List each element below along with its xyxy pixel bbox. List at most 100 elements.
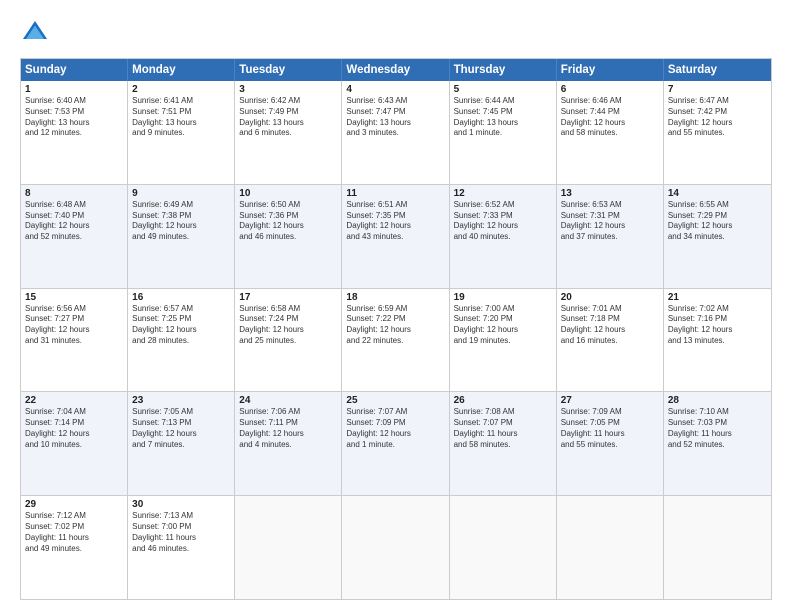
logo-icon — [20, 18, 50, 48]
cell-info: Sunrise: 7:13 AMSunset: 7:00 PMDaylight:… — [132, 511, 230, 554]
cell-info: Sunrise: 6:52 AMSunset: 7:33 PMDaylight:… — [454, 200, 552, 243]
cell-info: Sunrise: 6:48 AMSunset: 7:40 PMDaylight:… — [25, 200, 123, 243]
day-number: 4 — [346, 84, 444, 95]
day-number: 16 — [132, 292, 230, 303]
empty-cell-4-2 — [235, 496, 342, 599]
cell-info: Sunrise: 7:01 AMSunset: 7:18 PMDaylight:… — [561, 304, 659, 347]
calendar-header: SundayMondayTuesdayWednesdayThursdayFrid… — [21, 59, 771, 81]
cell-info: Sunrise: 6:40 AMSunset: 7:53 PMDaylight:… — [25, 96, 123, 139]
cell-info: Sunrise: 6:42 AMSunset: 7:49 PMDaylight:… — [239, 96, 337, 139]
cell-info: Sunrise: 7:06 AMSunset: 7:11 PMDaylight:… — [239, 407, 337, 450]
cell-info: Sunrise: 6:56 AMSunset: 7:27 PMDaylight:… — [25, 304, 123, 347]
day-cell-25: 25Sunrise: 7:07 AMSunset: 7:09 PMDayligh… — [342, 392, 449, 495]
weekday-friday: Friday — [557, 59, 664, 81]
day-number: 12 — [454, 188, 552, 199]
day-cell-12: 12Sunrise: 6:52 AMSunset: 7:33 PMDayligh… — [450, 185, 557, 288]
empty-cell-4-5 — [557, 496, 664, 599]
day-number: 24 — [239, 395, 337, 406]
day-cell-28: 28Sunrise: 7:10 AMSunset: 7:03 PMDayligh… — [664, 392, 771, 495]
calendar-row-1: 1Sunrise: 6:40 AMSunset: 7:53 PMDaylight… — [21, 81, 771, 184]
calendar-row-2: 8Sunrise: 6:48 AMSunset: 7:40 PMDaylight… — [21, 184, 771, 288]
cell-info: Sunrise: 6:46 AMSunset: 7:44 PMDaylight:… — [561, 96, 659, 139]
day-number: 27 — [561, 395, 659, 406]
cell-info: Sunrise: 7:04 AMSunset: 7:14 PMDaylight:… — [25, 407, 123, 450]
calendar: SundayMondayTuesdayWednesdayThursdayFrid… — [20, 58, 772, 600]
weekday-sunday: Sunday — [21, 59, 128, 81]
day-number: 13 — [561, 188, 659, 199]
day-cell-29: 29Sunrise: 7:12 AMSunset: 7:02 PMDayligh… — [21, 496, 128, 599]
weekday-tuesday: Tuesday — [235, 59, 342, 81]
day-number: 7 — [668, 84, 767, 95]
day-cell-1: 1Sunrise: 6:40 AMSunset: 7:53 PMDaylight… — [21, 81, 128, 184]
day-number: 1 — [25, 84, 123, 95]
day-cell-30: 30Sunrise: 7:13 AMSunset: 7:00 PMDayligh… — [128, 496, 235, 599]
cell-info: Sunrise: 7:07 AMSunset: 7:09 PMDaylight:… — [346, 407, 444, 450]
cell-info: Sunrise: 6:53 AMSunset: 7:31 PMDaylight:… — [561, 200, 659, 243]
day-number: 25 — [346, 395, 444, 406]
day-cell-21: 21Sunrise: 7:02 AMSunset: 7:16 PMDayligh… — [664, 289, 771, 392]
day-number: 29 — [25, 499, 123, 510]
cell-info: Sunrise: 6:47 AMSunset: 7:42 PMDaylight:… — [668, 96, 767, 139]
day-cell-5: 5Sunrise: 6:44 AMSunset: 7:45 PMDaylight… — [450, 81, 557, 184]
day-number: 9 — [132, 188, 230, 199]
day-cell-27: 27Sunrise: 7:09 AMSunset: 7:05 PMDayligh… — [557, 392, 664, 495]
day-cell-15: 15Sunrise: 6:56 AMSunset: 7:27 PMDayligh… — [21, 289, 128, 392]
cell-info: Sunrise: 6:55 AMSunset: 7:29 PMDaylight:… — [668, 200, 767, 243]
day-number: 10 — [239, 188, 337, 199]
day-cell-14: 14Sunrise: 6:55 AMSunset: 7:29 PMDayligh… — [664, 185, 771, 288]
weekday-monday: Monday — [128, 59, 235, 81]
day-cell-24: 24Sunrise: 7:06 AMSunset: 7:11 PMDayligh… — [235, 392, 342, 495]
cell-info: Sunrise: 7:10 AMSunset: 7:03 PMDaylight:… — [668, 407, 767, 450]
calendar-row-5: 29Sunrise: 7:12 AMSunset: 7:02 PMDayligh… — [21, 495, 771, 599]
empty-cell-4-4 — [450, 496, 557, 599]
cell-info: Sunrise: 6:57 AMSunset: 7:25 PMDaylight:… — [132, 304, 230, 347]
day-number: 28 — [668, 395, 767, 406]
day-cell-4: 4Sunrise: 6:43 AMSunset: 7:47 PMDaylight… — [342, 81, 449, 184]
day-number: 8 — [25, 188, 123, 199]
day-cell-26: 26Sunrise: 7:08 AMSunset: 7:07 PMDayligh… — [450, 392, 557, 495]
day-number: 11 — [346, 188, 444, 199]
day-number: 19 — [454, 292, 552, 303]
day-number: 21 — [668, 292, 767, 303]
cell-info: Sunrise: 6:49 AMSunset: 7:38 PMDaylight:… — [132, 200, 230, 243]
header — [20, 18, 772, 48]
cell-info: Sunrise: 6:41 AMSunset: 7:51 PMDaylight:… — [132, 96, 230, 139]
weekday-wednesday: Wednesday — [342, 59, 449, 81]
day-number: 3 — [239, 84, 337, 95]
day-cell-10: 10Sunrise: 6:50 AMSunset: 7:36 PMDayligh… — [235, 185, 342, 288]
cell-info: Sunrise: 6:59 AMSunset: 7:22 PMDaylight:… — [346, 304, 444, 347]
cell-info: Sunrise: 7:00 AMSunset: 7:20 PMDaylight:… — [454, 304, 552, 347]
day-cell-3: 3Sunrise: 6:42 AMSunset: 7:49 PMDaylight… — [235, 81, 342, 184]
day-cell-8: 8Sunrise: 6:48 AMSunset: 7:40 PMDaylight… — [21, 185, 128, 288]
cell-info: Sunrise: 7:12 AMSunset: 7:02 PMDaylight:… — [25, 511, 123, 554]
cell-info: Sunrise: 6:50 AMSunset: 7:36 PMDaylight:… — [239, 200, 337, 243]
day-cell-17: 17Sunrise: 6:58 AMSunset: 7:24 PMDayligh… — [235, 289, 342, 392]
cell-info: Sunrise: 6:51 AMSunset: 7:35 PMDaylight:… — [346, 200, 444, 243]
cell-info: Sunrise: 7:05 AMSunset: 7:13 PMDaylight:… — [132, 407, 230, 450]
day-number: 5 — [454, 84, 552, 95]
logo — [20, 18, 54, 48]
day-cell-7: 7Sunrise: 6:47 AMSunset: 7:42 PMDaylight… — [664, 81, 771, 184]
calendar-row-3: 15Sunrise: 6:56 AMSunset: 7:27 PMDayligh… — [21, 288, 771, 392]
cell-info: Sunrise: 7:02 AMSunset: 7:16 PMDaylight:… — [668, 304, 767, 347]
weekday-saturday: Saturday — [664, 59, 771, 81]
day-number: 23 — [132, 395, 230, 406]
day-cell-6: 6Sunrise: 6:46 AMSunset: 7:44 PMDaylight… — [557, 81, 664, 184]
day-number: 14 — [668, 188, 767, 199]
day-cell-2: 2Sunrise: 6:41 AMSunset: 7:51 PMDaylight… — [128, 81, 235, 184]
calendar-body: 1Sunrise: 6:40 AMSunset: 7:53 PMDaylight… — [21, 81, 771, 599]
day-cell-11: 11Sunrise: 6:51 AMSunset: 7:35 PMDayligh… — [342, 185, 449, 288]
day-number: 20 — [561, 292, 659, 303]
day-cell-19: 19Sunrise: 7:00 AMSunset: 7:20 PMDayligh… — [450, 289, 557, 392]
day-cell-23: 23Sunrise: 7:05 AMSunset: 7:13 PMDayligh… — [128, 392, 235, 495]
day-number: 6 — [561, 84, 659, 95]
day-cell-13: 13Sunrise: 6:53 AMSunset: 7:31 PMDayligh… — [557, 185, 664, 288]
day-cell-18: 18Sunrise: 6:59 AMSunset: 7:22 PMDayligh… — [342, 289, 449, 392]
day-number: 30 — [132, 499, 230, 510]
cell-info: Sunrise: 6:58 AMSunset: 7:24 PMDaylight:… — [239, 304, 337, 347]
day-number: 22 — [25, 395, 123, 406]
cell-info: Sunrise: 7:08 AMSunset: 7:07 PMDaylight:… — [454, 407, 552, 450]
cell-info: Sunrise: 7:09 AMSunset: 7:05 PMDaylight:… — [561, 407, 659, 450]
day-number: 26 — [454, 395, 552, 406]
day-cell-22: 22Sunrise: 7:04 AMSunset: 7:14 PMDayligh… — [21, 392, 128, 495]
